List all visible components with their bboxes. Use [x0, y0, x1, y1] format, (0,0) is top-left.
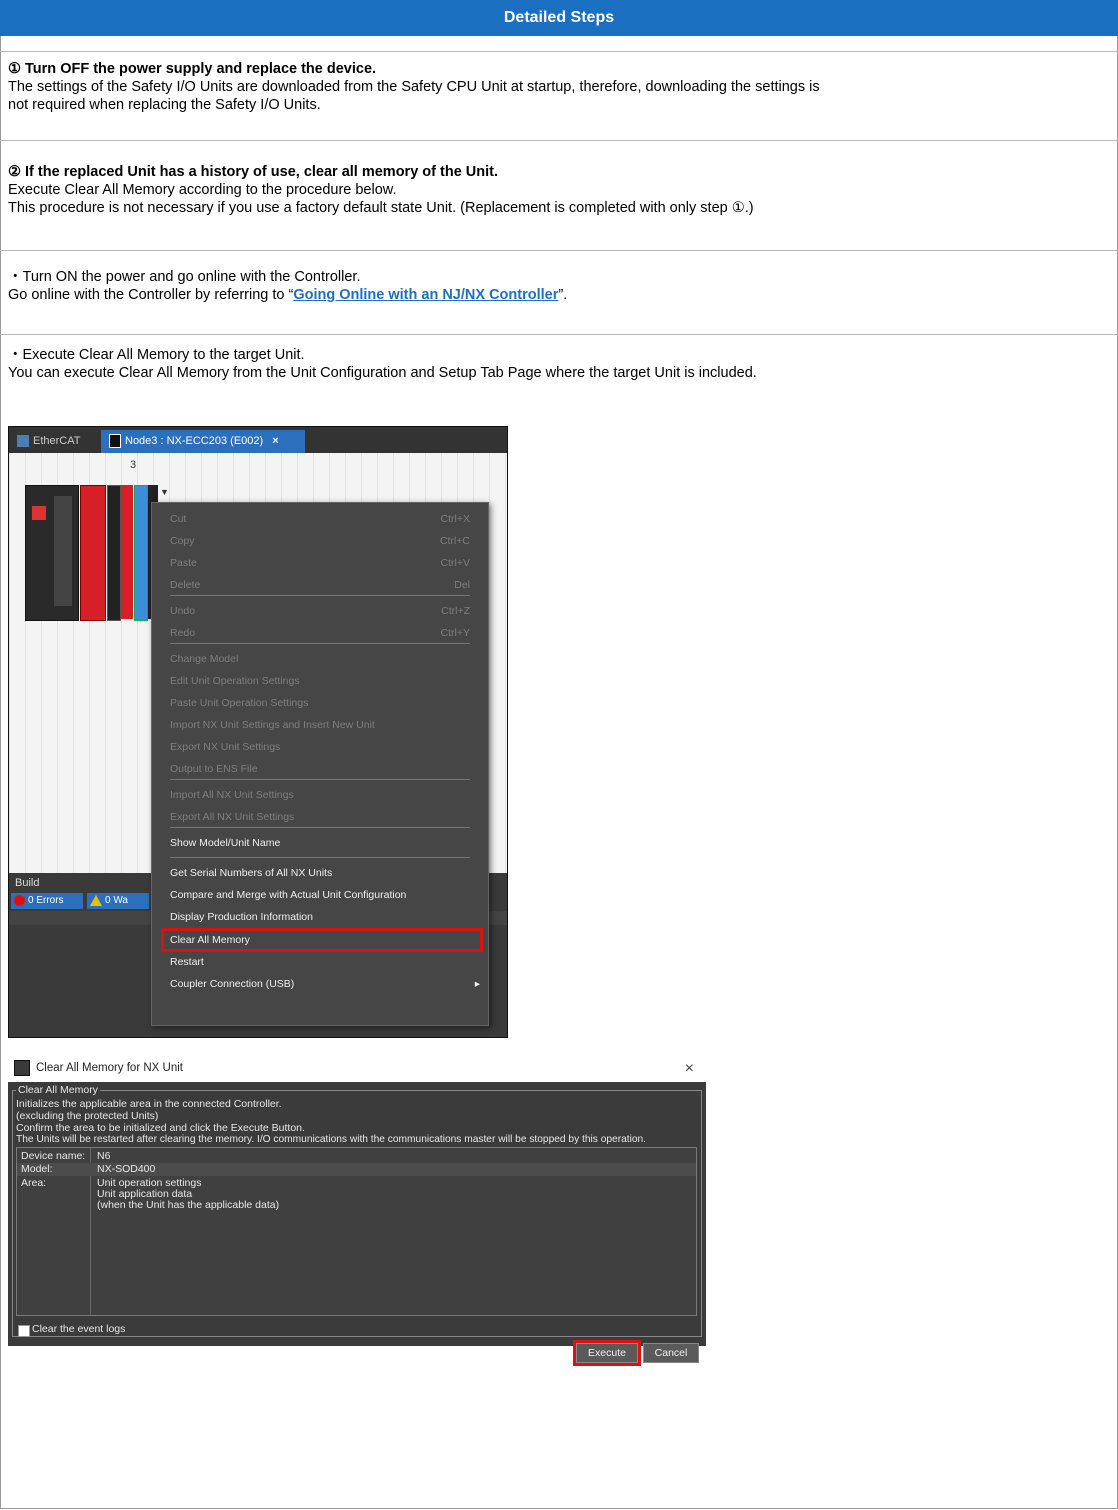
step2-line3: You can execute Clear All Memory from th…: [8, 365, 757, 381]
menu-item-export-all-nx-unit-settings[interactable]: Export All NX Unit Settings: [152, 807, 488, 827]
desc-line2: (excluding the protected Units): [16, 1110, 159, 1122]
menu-item-paste-unit-operation-settings[interactable]: Paste Unit Operation Settings: [152, 693, 488, 713]
errors-filter[interactable]: 0 Errors: [11, 893, 83, 909]
step2-divider: [0, 140, 1118, 141]
context-menu: Cut Ctrl+X Copy Ctrl+C Paste Ctrl+V Delete Del U…: [151, 502, 489, 1026]
dialog-title: Clear All Memory for NX Unit: [36, 1062, 183, 1074]
step1-heading: ① Turn OFF the power supply and replace …: [8, 61, 377, 77]
connector-icon: [54, 496, 72, 606]
step2-bullet1: ・Turn ON the power and go online with th…: [8, 269, 361, 285]
ethercat-icon: [17, 435, 29, 448]
menu-item-restart[interactable]: Restart: [152, 952, 488, 972]
io-unit-1[interactable]: [107, 485, 121, 621]
grid-row-model: Model: NX-SOD400: [17, 1163, 696, 1176]
app-icon: [14, 1059, 30, 1076]
cancel-button[interactable]: Cancel: [643, 1343, 699, 1363]
menu-separator: [170, 827, 470, 828]
io-unit-selected[interactable]: [134, 485, 148, 621]
desc-line3: Confirm the area to be initialized and c…: [16, 1122, 305, 1134]
clear-memory-dialog: Clear All Memory for NX Unit × Clear All…: [8, 1055, 706, 1346]
menu-item-coupler-connection-usb[interactable]: Coupler Connection (USB) ▸: [152, 974, 488, 994]
menu-item-output-to-ens-file[interactable]: Output to ENS File: [152, 759, 488, 779]
chevron-right-icon: ▸: [474, 978, 480, 990]
group-label: Clear All Memory: [16, 1084, 100, 1096]
io-unit-2[interactable]: [121, 485, 133, 619]
step2-bullet2: ・Execute Clear All Memory to the target …: [8, 347, 305, 363]
step2-line2: This procedure is not necessary if you u…: [8, 200, 754, 216]
menu-separator: [170, 595, 470, 596]
info-grid: Device name: N6 Model: NX-SOD400 Area: U…: [16, 1147, 697, 1316]
page-title: Detailed Steps: [0, 0, 1118, 36]
menu-item-import-nx-unit-settings-and-insert-new-unit[interactable]: Import NX Unit Settings and Insert New U…: [152, 715, 488, 735]
menu-item-export-nx-unit-settings[interactable]: Export NX Unit Settings: [152, 737, 488, 757]
chevron-down-icon[interactable]: ▼: [160, 487, 170, 497]
slot-number: 3: [130, 459, 137, 471]
unit-config-screenshot: EtherCAT Node3 : NX-ECC203 (E002) × 3 ▼ …: [8, 426, 508, 1038]
menu-item-get-serial-numbers-of-all-nx-units[interactable]: Get Serial Numbers of All NX Units: [152, 863, 488, 883]
clear-event-logs-checkbox[interactable]: [18, 1325, 30, 1337]
menu-separator: [170, 857, 470, 858]
menu-item-paste[interactable]: Paste Ctrl+V: [152, 553, 488, 573]
tab-bar: EtherCAT Node3 : NX-ECC203 (E002) ×: [9, 427, 507, 453]
tab-node3[interactable]: Node3 : NX-ECC203 (E002) ×: [101, 430, 305, 453]
menu-item-delete[interactable]: Delete Del: [152, 575, 488, 595]
step2-heading: ② If the replaced Unit has a history of …: [8, 164, 499, 180]
node-icon: [109, 434, 121, 449]
menu-item-compare-and-merge-with-actual-unit-configuration[interactable]: Compare and Merge with Actual Unit Confi…: [152, 885, 488, 905]
dialog-titlebar: Clear All Memory for NX Unit ×: [8, 1055, 706, 1082]
clear-event-logs-label: Clear the event logs: [32, 1323, 126, 1335]
menu-separator: [170, 643, 470, 644]
bullet2-divider: [0, 334, 1118, 335]
menu-item-change-model[interactable]: Change Model: [152, 649, 488, 669]
error-icon: [14, 894, 25, 906]
menu-item-show-model-unit-name[interactable]: Show Model/Unit Name: [152, 833, 488, 853]
grid-row-device: Device name: N6: [21, 1150, 111, 1162]
desc-line4: The Units will be restarted after cleari…: [16, 1134, 647, 1145]
go-online-text: Go online with the Controller by referri…: [8, 286, 1108, 304]
coupler-unit[interactable]: [25, 485, 79, 621]
desc-line1: Initializes the applicable area in the c…: [16, 1098, 282, 1110]
safety-cpu-unit[interactable]: [80, 485, 106, 621]
menu-item-redo[interactable]: Redo Ctrl+Y: [152, 623, 488, 643]
warning-icon: [90, 894, 102, 906]
step1-divider: [0, 51, 1118, 52]
close-icon[interactable]: ×: [685, 1055, 694, 1082]
menu-separator: [170, 779, 470, 780]
build-label: Build: [15, 877, 40, 889]
go-online-prefix: Go online with the Controller by referri…: [8, 287, 294, 303]
step1-line1: The settings of the Safety I/O Units are…: [8, 79, 820, 95]
menu-item-edit-unit-operation-settings[interactable]: Edit Unit Operation Settings: [152, 671, 488, 691]
menu-item-undo[interactable]: Undo Ctrl+Z: [152, 601, 488, 621]
warnings-filter[interactable]: 0 Wa: [87, 893, 149, 909]
menu-item-display-production-information[interactable]: Display Production Information: [152, 907, 488, 927]
status-led-icon: [32, 506, 46, 520]
clear-all-memory-highlight: [161, 928, 483, 952]
menu-item-copy[interactable]: Copy Ctrl+C: [152, 531, 488, 551]
close-icon[interactable]: ×: [272, 435, 278, 447]
step2-line1: Execute Clear All Memory according to th…: [8, 182, 397, 198]
execute-button[interactable]: Execute: [573, 1340, 641, 1366]
go-online-suffix: ”.: [558, 287, 568, 303]
bullet1-divider: [0, 250, 1118, 251]
going-online-link[interactable]: Going Online with an NJ/NX Controller: [293, 287, 558, 303]
step1-line2: not required when replacing the Safety I…: [8, 97, 321, 113]
menu-item-cut[interactable]: Cut Ctrl+X: [152, 509, 488, 529]
grid-row-area: Area: Unit operation settings Unit appli…: [21, 1177, 280, 1211]
menu-item-import-all-nx-unit-settings[interactable]: Import All NX Unit Settings: [152, 785, 488, 805]
tab-ethercat[interactable]: EtherCAT: [9, 430, 109, 453]
